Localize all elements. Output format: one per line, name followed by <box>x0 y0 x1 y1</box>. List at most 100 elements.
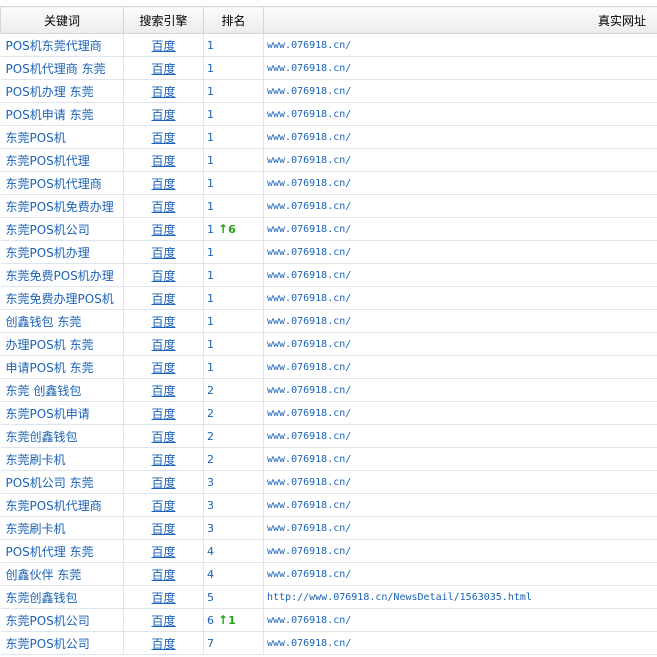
keyword-cell: 东莞POS机代理商 <box>0 493 124 517</box>
url-cell: www.076918.cn/ <box>263 378 657 402</box>
engine-link[interactable]: 百度 <box>151 177 175 191</box>
rank-cell: 1 <box>203 309 264 333</box>
rank-value: 6 <box>207 614 214 627</box>
url-cell: www.076918.cn/ <box>263 516 657 540</box>
table-row: 东莞刷卡机 百度 2 www.076918.cn/ <box>0 447 657 471</box>
header-rank[interactable]: 排名 <box>203 6 264 34</box>
url-cell: www.076918.cn/ <box>263 447 657 471</box>
url-cell: www.076918.cn/ <box>263 56 657 80</box>
url-cell: www.076918.cn/ <box>263 332 657 356</box>
engine-link[interactable]: 百度 <box>151 568 175 582</box>
table-row: POS机公司 东莞 百度 3 www.076918.cn/ <box>0 470 657 494</box>
keyword-cell: POS机办理 东莞 <box>0 79 124 103</box>
engine-link[interactable]: 百度 <box>151 154 175 168</box>
url-cell: www.076918.cn/ <box>263 631 657 655</box>
table-row: 东莞创鑫钱包 百度 5 http://www.076918.cn/NewsDetail… <box>0 585 657 609</box>
table-row: POS机代理 东莞 百度 4 www.076918.cn/ <box>0 539 657 563</box>
rank-value: 1 <box>207 176 214 190</box>
rank-cell: 1 <box>203 102 264 126</box>
table-row: 东莞POS机代理商 百度 1 www.076918.cn/ <box>0 171 657 195</box>
engine-link[interactable]: 百度 <box>151 545 175 559</box>
engine-link[interactable]: 百度 <box>151 637 175 651</box>
engine-link[interactable]: 百度 <box>151 131 175 145</box>
url-cell: http://www.076918.cn/NewsDetail/1563035.… <box>263 585 657 609</box>
table-row: 创鑫钱包 东莞 百度 1 www.076918.cn/ <box>0 309 657 333</box>
table-row: POS机东莞代理商 百度 1 www.076918.cn/ <box>0 33 657 57</box>
engine-link[interactable]: 百度 <box>151 522 175 536</box>
rank-value: 1 <box>207 360 214 374</box>
rank-cell: 1 <box>203 332 264 356</box>
rank-value: 1 <box>207 291 214 305</box>
engine-link[interactable]: 百度 <box>151 361 175 375</box>
keyword-cell: 创鑫伙伴 东莞 <box>0 562 124 586</box>
engine-cell: 百度 <box>123 171 204 195</box>
url-cell: www.076918.cn/ <box>263 240 657 264</box>
engine-link[interactable]: 百度 <box>151 453 175 467</box>
engine-link[interactable]: 百度 <box>151 591 175 605</box>
engine-cell: 百度 <box>123 240 204 264</box>
engine-cell: 百度 <box>123 79 204 103</box>
engine-cell: 百度 <box>123 539 204 563</box>
header-engine[interactable]: 搜索引擎 <box>123 6 204 34</box>
keyword-cell: 东莞创鑫钱包 <box>0 424 124 448</box>
engine-link[interactable]: 百度 <box>151 62 175 76</box>
engine-link[interactable]: 百度 <box>151 108 175 122</box>
up-arrow-icon: ↑ <box>218 222 229 236</box>
header-url[interactable]: 真实网址 <box>263 6 657 34</box>
keyword-cell: 东莞POS机 <box>0 125 124 149</box>
engine-link[interactable]: 百度 <box>151 338 175 352</box>
engine-link[interactable]: 百度 <box>151 269 175 283</box>
table-row: POS机办理 东莞 百度 1 www.076918.cn/ <box>0 79 657 103</box>
engine-cell: 百度 <box>123 217 204 241</box>
rank-cell: 6 ↑1 <box>203 608 264 632</box>
rank-cell: 3 <box>203 493 264 517</box>
engine-link[interactable]: 百度 <box>151 614 175 628</box>
rank-cell: 1 <box>203 355 264 379</box>
url-cell: www.076918.cn/ <box>263 608 657 632</box>
engine-link[interactable]: 百度 <box>151 499 175 513</box>
rank-change: ↑6 <box>218 222 236 236</box>
engine-link[interactable]: 百度 <box>151 246 175 260</box>
keyword-cell: 东莞创鑫钱包 <box>0 585 124 609</box>
url-cell: www.076918.cn/ <box>263 424 657 448</box>
keyword-cell: 东莞POS机申请 <box>0 401 124 425</box>
rank-cell: 1 <box>203 286 264 310</box>
header-keyword[interactable]: 关键词 <box>0 6 124 34</box>
keyword-cell: 东莞POS机办理 <box>0 240 124 264</box>
rank-value: 7 <box>207 636 214 650</box>
engine-link[interactable]: 百度 <box>151 407 175 421</box>
rank-change: ↑1 <box>218 613 236 627</box>
engine-link[interactable]: 百度 <box>151 85 175 99</box>
keyword-cell: 东莞POS机公司 <box>0 217 124 241</box>
table-row: 东莞POS机公司 百度 7 www.076918.cn/ <box>0 631 657 655</box>
table-row: 东莞创鑫钱包 百度 2 www.076918.cn/ <box>0 424 657 448</box>
engine-link[interactable]: 百度 <box>151 292 175 306</box>
url-cell: www.076918.cn/ <box>263 263 657 287</box>
engine-link[interactable]: 百度 <box>151 476 175 490</box>
rank-change-value: 6 <box>228 223 236 236</box>
engine-cell: 百度 <box>123 424 204 448</box>
rank-cell: 1 <box>203 263 264 287</box>
rank-value: 4 <box>207 567 214 581</box>
engine-cell: 百度 <box>123 263 204 287</box>
engine-cell: 百度 <box>123 562 204 586</box>
rank-value: 2 <box>207 406 214 420</box>
engine-link[interactable]: 百度 <box>151 200 175 214</box>
engine-cell: 百度 <box>123 447 204 471</box>
rank-value: 1 <box>207 245 214 259</box>
engine-cell: 百度 <box>123 493 204 517</box>
rank-cell: 5 <box>203 585 264 609</box>
rank-value: 1 <box>207 130 214 144</box>
engine-link[interactable]: 百度 <box>151 430 175 444</box>
table-row: 东莞POS机代理商 百度 3 www.076918.cn/ <box>0 493 657 517</box>
engine-link[interactable]: 百度 <box>151 315 175 329</box>
keyword-cell: 东莞POS机免费办理 <box>0 194 124 218</box>
engine-link[interactable]: 百度 <box>151 223 175 237</box>
engine-link[interactable]: 百度 <box>151 384 175 398</box>
rank-value: 3 <box>207 498 214 512</box>
url-cell: www.076918.cn/ <box>263 309 657 333</box>
engine-link[interactable]: 百度 <box>151 39 175 53</box>
keyword-cell: 申请POS机 东莞 <box>0 355 124 379</box>
rank-cell: 1 <box>203 79 264 103</box>
url-cell: www.076918.cn/ <box>263 355 657 379</box>
